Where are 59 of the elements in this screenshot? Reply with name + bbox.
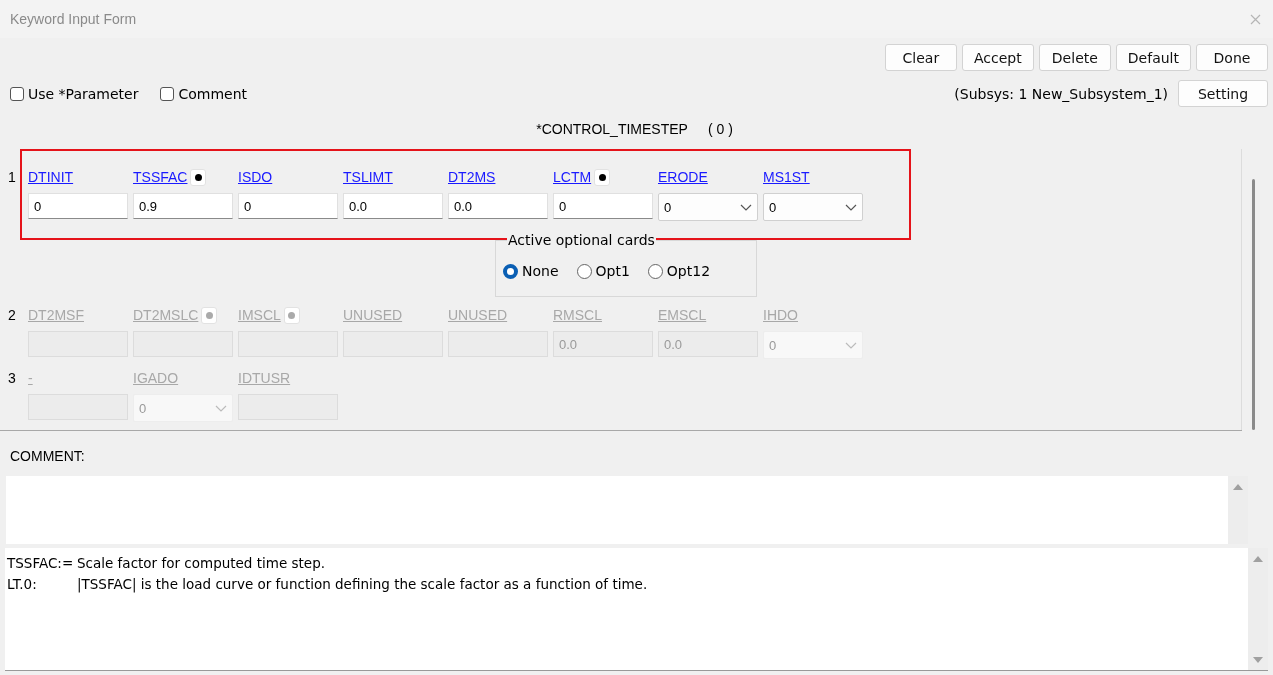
keyword-count: ( 0 ) (707, 121, 733, 137)
keyword-name: *CONTROL_TIMESTEP (536, 121, 688, 137)
card-number: 3 (7, 369, 17, 388)
field-link[interactable]: LCTM (553, 169, 592, 185)
input-field[interactable]: 0.0 (343, 193, 443, 219)
field-link[interactable]: TSSFAC (133, 169, 188, 185)
comment-field[interactable] (6, 476, 1248, 544)
field-link[interactable]: DTINIT (28, 169, 74, 185)
scrollbar-thumb[interactable] (1252, 179, 1255, 430)
help-text: |TSSFAC| is the load curve or function defining the scale factor as a function of time. (77, 575, 648, 595)
scroll-up-icon[interactable] (1233, 483, 1243, 490)
subsystem-label: (Subsys: 1 New_Subsystem_1) (954, 85, 1168, 102)
radio-label: Opt1 (595, 263, 630, 279)
input-field[interactable]: 0 (553, 193, 653, 219)
input-field[interactable]: 0.9 (133, 193, 233, 219)
field-link[interactable]: ERODE (658, 169, 708, 185)
chevron-down-icon (740, 203, 752, 211)
dot-button[interactable] (190, 168, 207, 186)
dot-button[interactable] (283, 306, 300, 324)
form-button[interactable]: Accept (961, 44, 1034, 71)
checkbox-label: Comment (178, 85, 248, 102)
radio-button[interactable] (503, 263, 518, 279)
scroll-down-icon[interactable] (1253, 657, 1263, 664)
radio-button[interactable] (647, 263, 663, 279)
dropdown[interactable]: 0 (658, 193, 758, 221)
comment-label: COMMENT: (9, 447, 86, 459)
checkbox-label: Use *Parameter (28, 85, 139, 102)
setting-button[interactable]: Setting (1178, 80, 1268, 107)
form-button[interactable]: Default (1115, 44, 1191, 71)
dropdown[interactable]: 0 (763, 193, 863, 221)
checkbox[interactable] (160, 86, 175, 101)
field-link[interactable]: MS1ST (763, 169, 810, 185)
radio-label: Opt12 (666, 263, 711, 279)
form-button[interactable]: Done (1196, 44, 1268, 71)
scroll-up-icon[interactable] (1253, 555, 1263, 562)
chevron-down-icon (845, 341, 857, 349)
help-term: TSSFAC:= (7, 554, 75, 573)
input-field[interactable]: 0 (28, 193, 128, 219)
dot-button[interactable] (594, 168, 611, 186)
card-number: 2 (7, 306, 17, 325)
help-term: LT.0: (7, 575, 38, 594)
radio-label: None (522, 263, 559, 279)
field-link[interactable]: DT2MS (448, 169, 496, 185)
form-button[interactable]: Delete (1038, 44, 1111, 71)
checkbox[interactable] (10, 86, 24, 101)
close-icon[interactable] (1250, 13, 1261, 25)
field-link[interactable]: ISDO (238, 169, 273, 185)
input-field[interactable]: 0 (238, 193, 338, 219)
chevron-down-icon (845, 203, 857, 211)
card-number: 1 (7, 168, 17, 187)
window-title: Keyword Input Form (10, 11, 137, 27)
field-link[interactable]: TSLIMT (343, 169, 393, 185)
help-text: Scale factor for computed time step. (77, 554, 326, 573)
radio-button[interactable] (576, 263, 592, 279)
form-button[interactable]: Clear (884, 44, 957, 71)
dot-button[interactable] (201, 306, 218, 324)
input-field[interactable]: 0.0 (448, 193, 548, 219)
chevron-down-icon (215, 404, 227, 412)
group-title: Active optional cards (507, 232, 656, 248)
